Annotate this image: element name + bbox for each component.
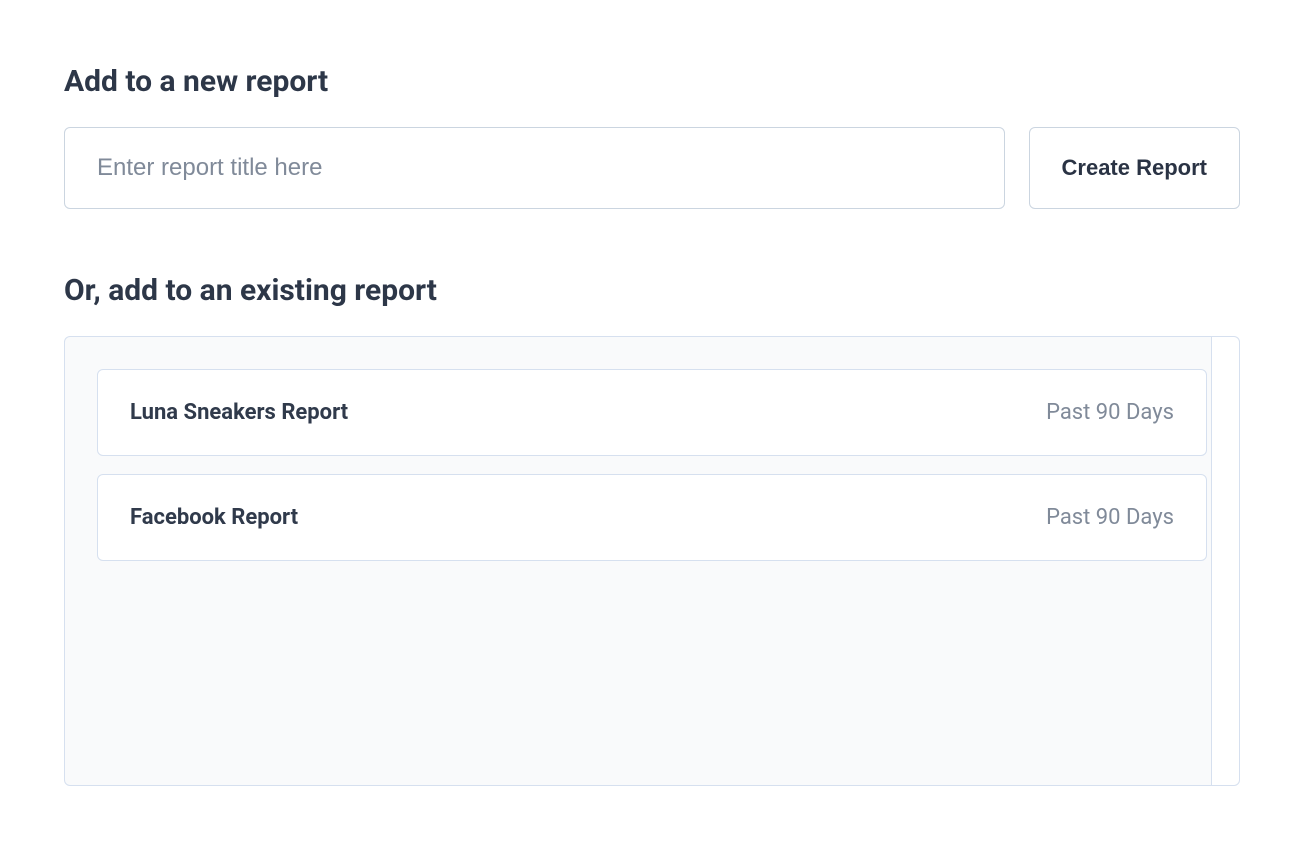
- new-report-row: Create Report: [64, 127, 1240, 209]
- reports-list: Luna Sneakers Report Past 90 Days Facebo…: [97, 369, 1207, 561]
- report-card[interactable]: Luna Sneakers Report Past 90 Days: [97, 369, 1207, 456]
- report-period: Past 90 Days: [1046, 400, 1174, 425]
- create-report-button[interactable]: Create Report: [1029, 127, 1240, 209]
- report-title-input[interactable]: [64, 127, 1005, 209]
- scrollbar-track[interactable]: [1211, 337, 1239, 785]
- report-card[interactable]: Facebook Report Past 90 Days: [97, 474, 1207, 561]
- existing-report-heading: Or, add to an existing report: [64, 273, 1240, 308]
- report-period: Past 90 Days: [1046, 505, 1174, 530]
- report-name: Facebook Report: [130, 505, 298, 530]
- new-report-heading: Add to a new report: [64, 64, 1240, 99]
- existing-reports-container: Luna Sneakers Report Past 90 Days Facebo…: [64, 336, 1240, 786]
- report-name: Luna Sneakers Report: [130, 400, 348, 425]
